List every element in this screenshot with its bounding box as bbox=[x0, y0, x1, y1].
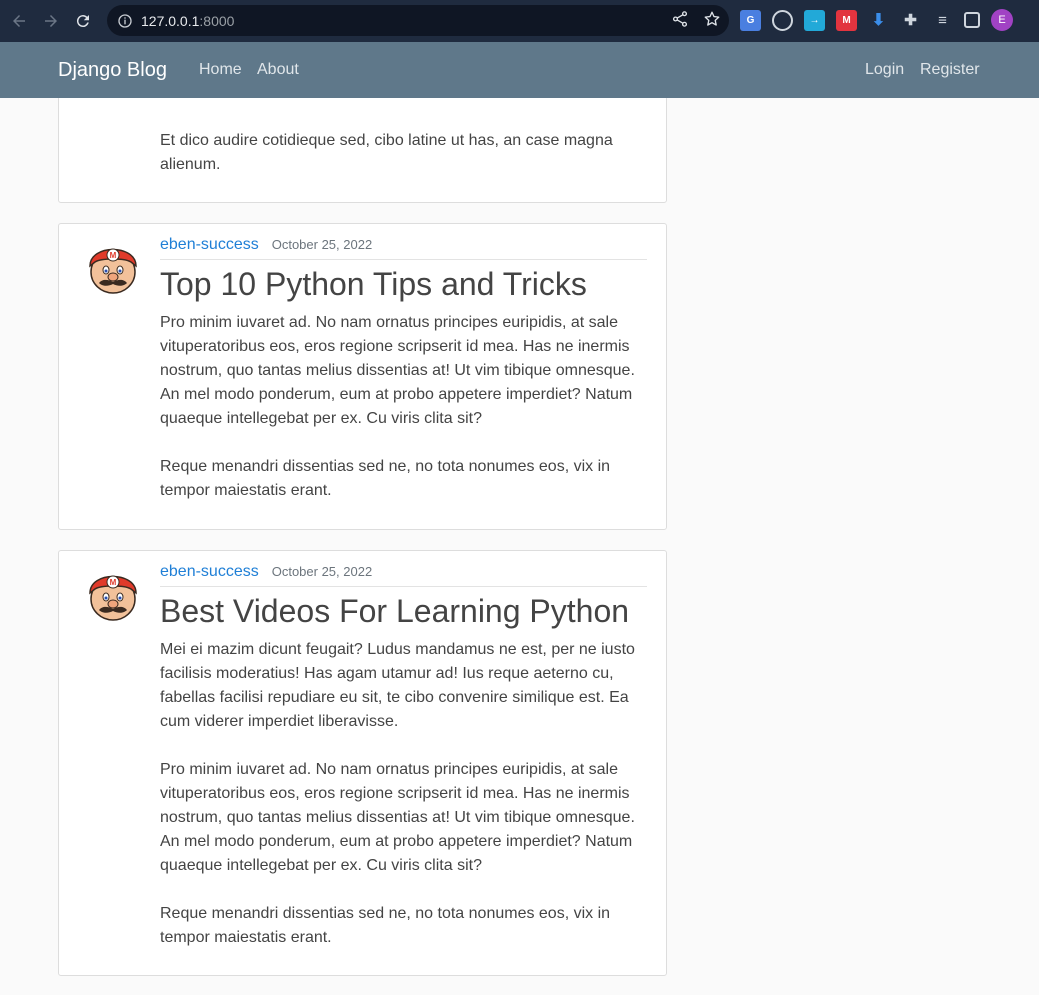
url-host: 127.0.0.1 bbox=[141, 12, 200, 29]
back-icon[interactable] bbox=[6, 8, 32, 34]
bookmark-star-icon[interactable] bbox=[703, 10, 721, 28]
share-icon[interactable] bbox=[671, 10, 689, 28]
translate-extension-icon[interactable]: G bbox=[740, 9, 761, 31]
nav-link-register[interactable]: Register bbox=[920, 61, 980, 79]
reading-list-icon[interactable]: ≡ bbox=[932, 10, 953, 31]
main-content: Et dico audire cotidieque sed, cibo lati… bbox=[0, 98, 1039, 995]
post-card: Et dico audire cotidieque sed, cibo lati… bbox=[58, 98, 667, 203]
arrow-extension-icon[interactable]: → bbox=[804, 9, 825, 31]
url-port: :8000 bbox=[199, 12, 235, 29]
browser-toolbar: 127.0.0.1:8000 G → M ⬇ ✚ ≡ E bbox=[0, 0, 1039, 42]
post-title-link[interactable]: Best Videos For Learning Python bbox=[160, 591, 647, 631]
post-paragraph: Reque menandri dissentias sed ne, no tot… bbox=[160, 458, 611, 499]
post-date: October 25, 2022 bbox=[271, 237, 373, 252]
site-info-icon[interactable] bbox=[117, 13, 133, 29]
download-icon[interactable]: ⬇ bbox=[868, 10, 889, 31]
post-paragraph: Et dico audire cotidieque sed, cibo lati… bbox=[160, 132, 613, 173]
nav-link-login[interactable]: Login bbox=[865, 61, 904, 79]
profile-avatar[interactable]: E bbox=[991, 9, 1013, 31]
post-author-link[interactable]: eben-success bbox=[160, 236, 259, 254]
post-paragraph: Pro minim iuvaret ad. No nam ornatus pri… bbox=[160, 761, 635, 874]
author-avatar[interactable]: M bbox=[85, 563, 141, 625]
nav-link-about[interactable]: About bbox=[257, 61, 299, 79]
red-extension-icon[interactable]: M bbox=[836, 9, 857, 31]
puzzle-extensions-icon[interactable]: ✚ bbox=[900, 10, 921, 31]
post-card: M eben-success October 25, 2022 Best Vid… bbox=[58, 550, 667, 976]
post-body: eben-success October 25, 2022 Top 10 Pyt… bbox=[160, 236, 647, 503]
post-body: Et dico audire cotidieque sed, cibo lati… bbox=[160, 129, 647, 177]
nav-link-home[interactable]: Home bbox=[199, 61, 242, 79]
extensions-bar: G → M ⬇ ✚ ≡ E bbox=[740, 9, 1013, 31]
site-brand[interactable]: Django Blog bbox=[58, 59, 167, 82]
svg-text:M: M bbox=[110, 251, 117, 260]
reload-icon[interactable] bbox=[70, 8, 96, 34]
site-navbar: Django Blog Home About Login Register bbox=[0, 42, 1039, 98]
post-paragraph: Mei ei mazim dicunt feugait? Ludus manda… bbox=[160, 641, 635, 730]
author-avatar[interactable]: M bbox=[85, 236, 141, 298]
post-body: eben-success October 25, 2022 Best Video… bbox=[160, 563, 647, 950]
post-paragraph: Reque menandri dissentias sed ne, no tot… bbox=[160, 905, 611, 946]
post-meta: eben-success October 25, 2022 bbox=[160, 236, 647, 260]
address-bar[interactable]: 127.0.0.1:8000 bbox=[107, 5, 729, 36]
side-panel-icon[interactable] bbox=[964, 12, 980, 28]
url-text: 127.0.0.1:8000 bbox=[141, 13, 234, 29]
post-card: M eben-success October 25, 2022 Top 10 P… bbox=[58, 223, 667, 530]
post-title-link[interactable]: Top 10 Python Tips and Tricks bbox=[160, 264, 647, 304]
circle-extension-icon[interactable] bbox=[772, 9, 793, 31]
post-author-link[interactable]: eben-success bbox=[160, 563, 259, 581]
post-date: October 25, 2022 bbox=[271, 564, 373, 579]
svg-text:M: M bbox=[110, 578, 117, 587]
forward-icon[interactable] bbox=[38, 8, 64, 34]
post-meta: eben-success October 25, 2022 bbox=[160, 563, 647, 587]
post-paragraph: Pro minim iuvaret ad. No nam ornatus pri… bbox=[160, 314, 635, 427]
